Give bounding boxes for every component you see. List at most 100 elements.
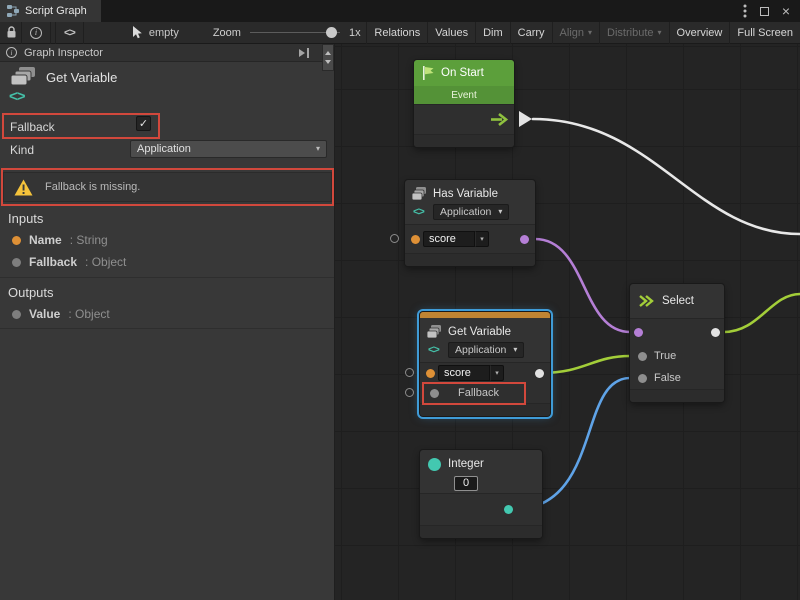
output-row: Value : Object [12, 306, 110, 322]
node-subtitle: Event [414, 86, 514, 104]
true-port-label: True [654, 350, 676, 362]
node-get-variable[interactable]: Get Variable <> Application ▾ score ▾ [420, 312, 550, 416]
variables-icon [426, 325, 442, 339]
close-icon[interactable]: × [782, 4, 790, 18]
wire-on-start-flow[interactable] [533, 119, 800, 234]
warning-text: Fallback is missing. [45, 181, 140, 193]
integer-output-port[interactable] [504, 505, 513, 514]
code-preview-button[interactable]: <> [55, 22, 84, 44]
distribute-button[interactable]: Distribute▾ [599, 22, 668, 44]
false-input-port[interactable] [638, 374, 647, 383]
code-icon: <> [64, 27, 75, 39]
integer-icon [428, 458, 441, 471]
chevron-down-icon: ▾ [316, 145, 320, 153]
node-title: On Start [441, 67, 484, 79]
fullscreen-button[interactable]: Full Screen [729, 22, 800, 44]
dock-panel-icon[interactable] [298, 48, 312, 58]
warning-icon [14, 179, 33, 196]
unconnected-port-ring[interactable] [405, 388, 414, 397]
node-integer[interactable]: Integer 0 [420, 450, 542, 538]
node-on-start[interactable]: On Start Event [414, 60, 514, 147]
tab-script-graph[interactable]: Script Graph [0, 0, 101, 22]
name-input-port[interactable] [426, 369, 435, 378]
carry-button[interactable]: Carry [510, 22, 552, 44]
chevron-down-icon: ▾ [498, 208, 502, 216]
tab-title: Script Graph [25, 5, 87, 17]
code-icon: <> [9, 88, 25, 105]
node-title: Integer [448, 458, 484, 470]
zoom-slider-knob[interactable] [326, 27, 337, 38]
chevron-down-icon[interactable]: ▾ [475, 231, 489, 247]
variable-name-field[interactable]: score [438, 365, 490, 381]
node-select[interactable]: Select True False [630, 284, 724, 402]
code-icon: <> [428, 344, 442, 356]
flow-output-port[interactable] [489, 112, 509, 127]
window-controls: × [743, 0, 800, 22]
chevron-down-icon: ▾ [588, 29, 592, 37]
node-title: Has Variable [433, 188, 498, 200]
kebab-menu-icon[interactable] [743, 4, 747, 18]
variables-icon [411, 187, 427, 201]
panel-scroll-stepper[interactable] [322, 44, 334, 71]
code-icon: <> [413, 206, 427, 218]
wire-get-variable-to-select-true[interactable] [541, 356, 630, 373]
true-input-port[interactable] [638, 352, 647, 361]
variable-kind-dropdown[interactable]: Application ▾ [433, 204, 509, 220]
variable-kind-dropdown[interactable]: Application ▾ [448, 342, 524, 358]
value-output-port[interactable] [535, 369, 544, 378]
unconnected-port-ring[interactable] [390, 234, 399, 243]
node-header: On Start [414, 60, 514, 86]
chevron-down-icon: ▾ [513, 346, 517, 354]
wires-layer [335, 44, 800, 600]
zoom-slider[interactable] [250, 27, 340, 39]
maximize-icon[interactable] [760, 7, 769, 16]
node-has-variable[interactable]: Has Variable <> Application ▾ score ▾ [405, 180, 535, 266]
zoom-control: Zoom 1x [213, 27, 361, 39]
object-port-icon [12, 258, 21, 267]
outputs-header: Outputs [8, 285, 54, 300]
divider [0, 328, 334, 329]
fallback-input-port[interactable] [430, 389, 439, 398]
chevron-down-icon: ▾ [658, 29, 662, 37]
variables-icon [10, 67, 38, 87]
condition-input-port[interactable] [634, 328, 643, 337]
object-port-icon [12, 310, 21, 319]
info-icon: i [30, 27, 42, 39]
toolbar-buttons: Relations Values Dim Carry Align▾ Distri… [366, 22, 800, 44]
name-input-port[interactable] [411, 235, 420, 244]
info-icon: i [6, 47, 17, 58]
flag-icon [422, 66, 435, 80]
graph-inspector-panel: i Graph Inspector <> Get Variable Fallba… [0, 44, 335, 600]
graph-canvas[interactable]: On Start Event Has Variable [335, 44, 800, 600]
kind-dropdown[interactable]: Application ▾ [130, 140, 327, 158]
scroll-up-icon[interactable] [325, 51, 331, 55]
align-button[interactable]: Align▾ [552, 22, 599, 44]
wire-select-output[interactable] [724, 294, 800, 332]
relations-button[interactable]: Relations [366, 22, 427, 44]
values-button[interactable]: Values [427, 22, 475, 44]
input-row: Name : String [12, 232, 108, 248]
flow-connection-arrow-icon [519, 111, 532, 127]
graph-icon [7, 5, 19, 17]
selection-output-port[interactable] [711, 328, 720, 337]
zoom-value: 1x [349, 27, 361, 39]
kind-field-label: Kind [10, 143, 34, 157]
bool-output-port[interactable] [520, 235, 529, 244]
inspected-node-title: Get Variable [46, 70, 117, 85]
inspector-header: i Graph Inspector [0, 44, 334, 62]
overview-button[interactable]: Overview [669, 22, 730, 44]
dim-button[interactable]: Dim [475, 22, 510, 44]
inputs-header: Inputs [8, 211, 43, 226]
integer-value-field[interactable]: 0 [454, 476, 478, 491]
unconnected-port-ring[interactable] [405, 368, 414, 377]
fallback-checkbox[interactable]: ✓ [136, 116, 151, 131]
scroll-down-icon[interactable] [325, 60, 331, 64]
variable-name-field[interactable]: score [423, 231, 475, 247]
string-port-icon [12, 236, 21, 245]
inspector-toggle-button[interactable]: i [21, 22, 51, 44]
checkmark-icon: ✓ [139, 117, 148, 130]
zoom-label: Zoom [213, 27, 241, 39]
selection-indicator: empty [132, 26, 179, 39]
lock-icon[interactable] [6, 26, 17, 39]
chevron-down-icon[interactable]: ▾ [490, 365, 504, 381]
